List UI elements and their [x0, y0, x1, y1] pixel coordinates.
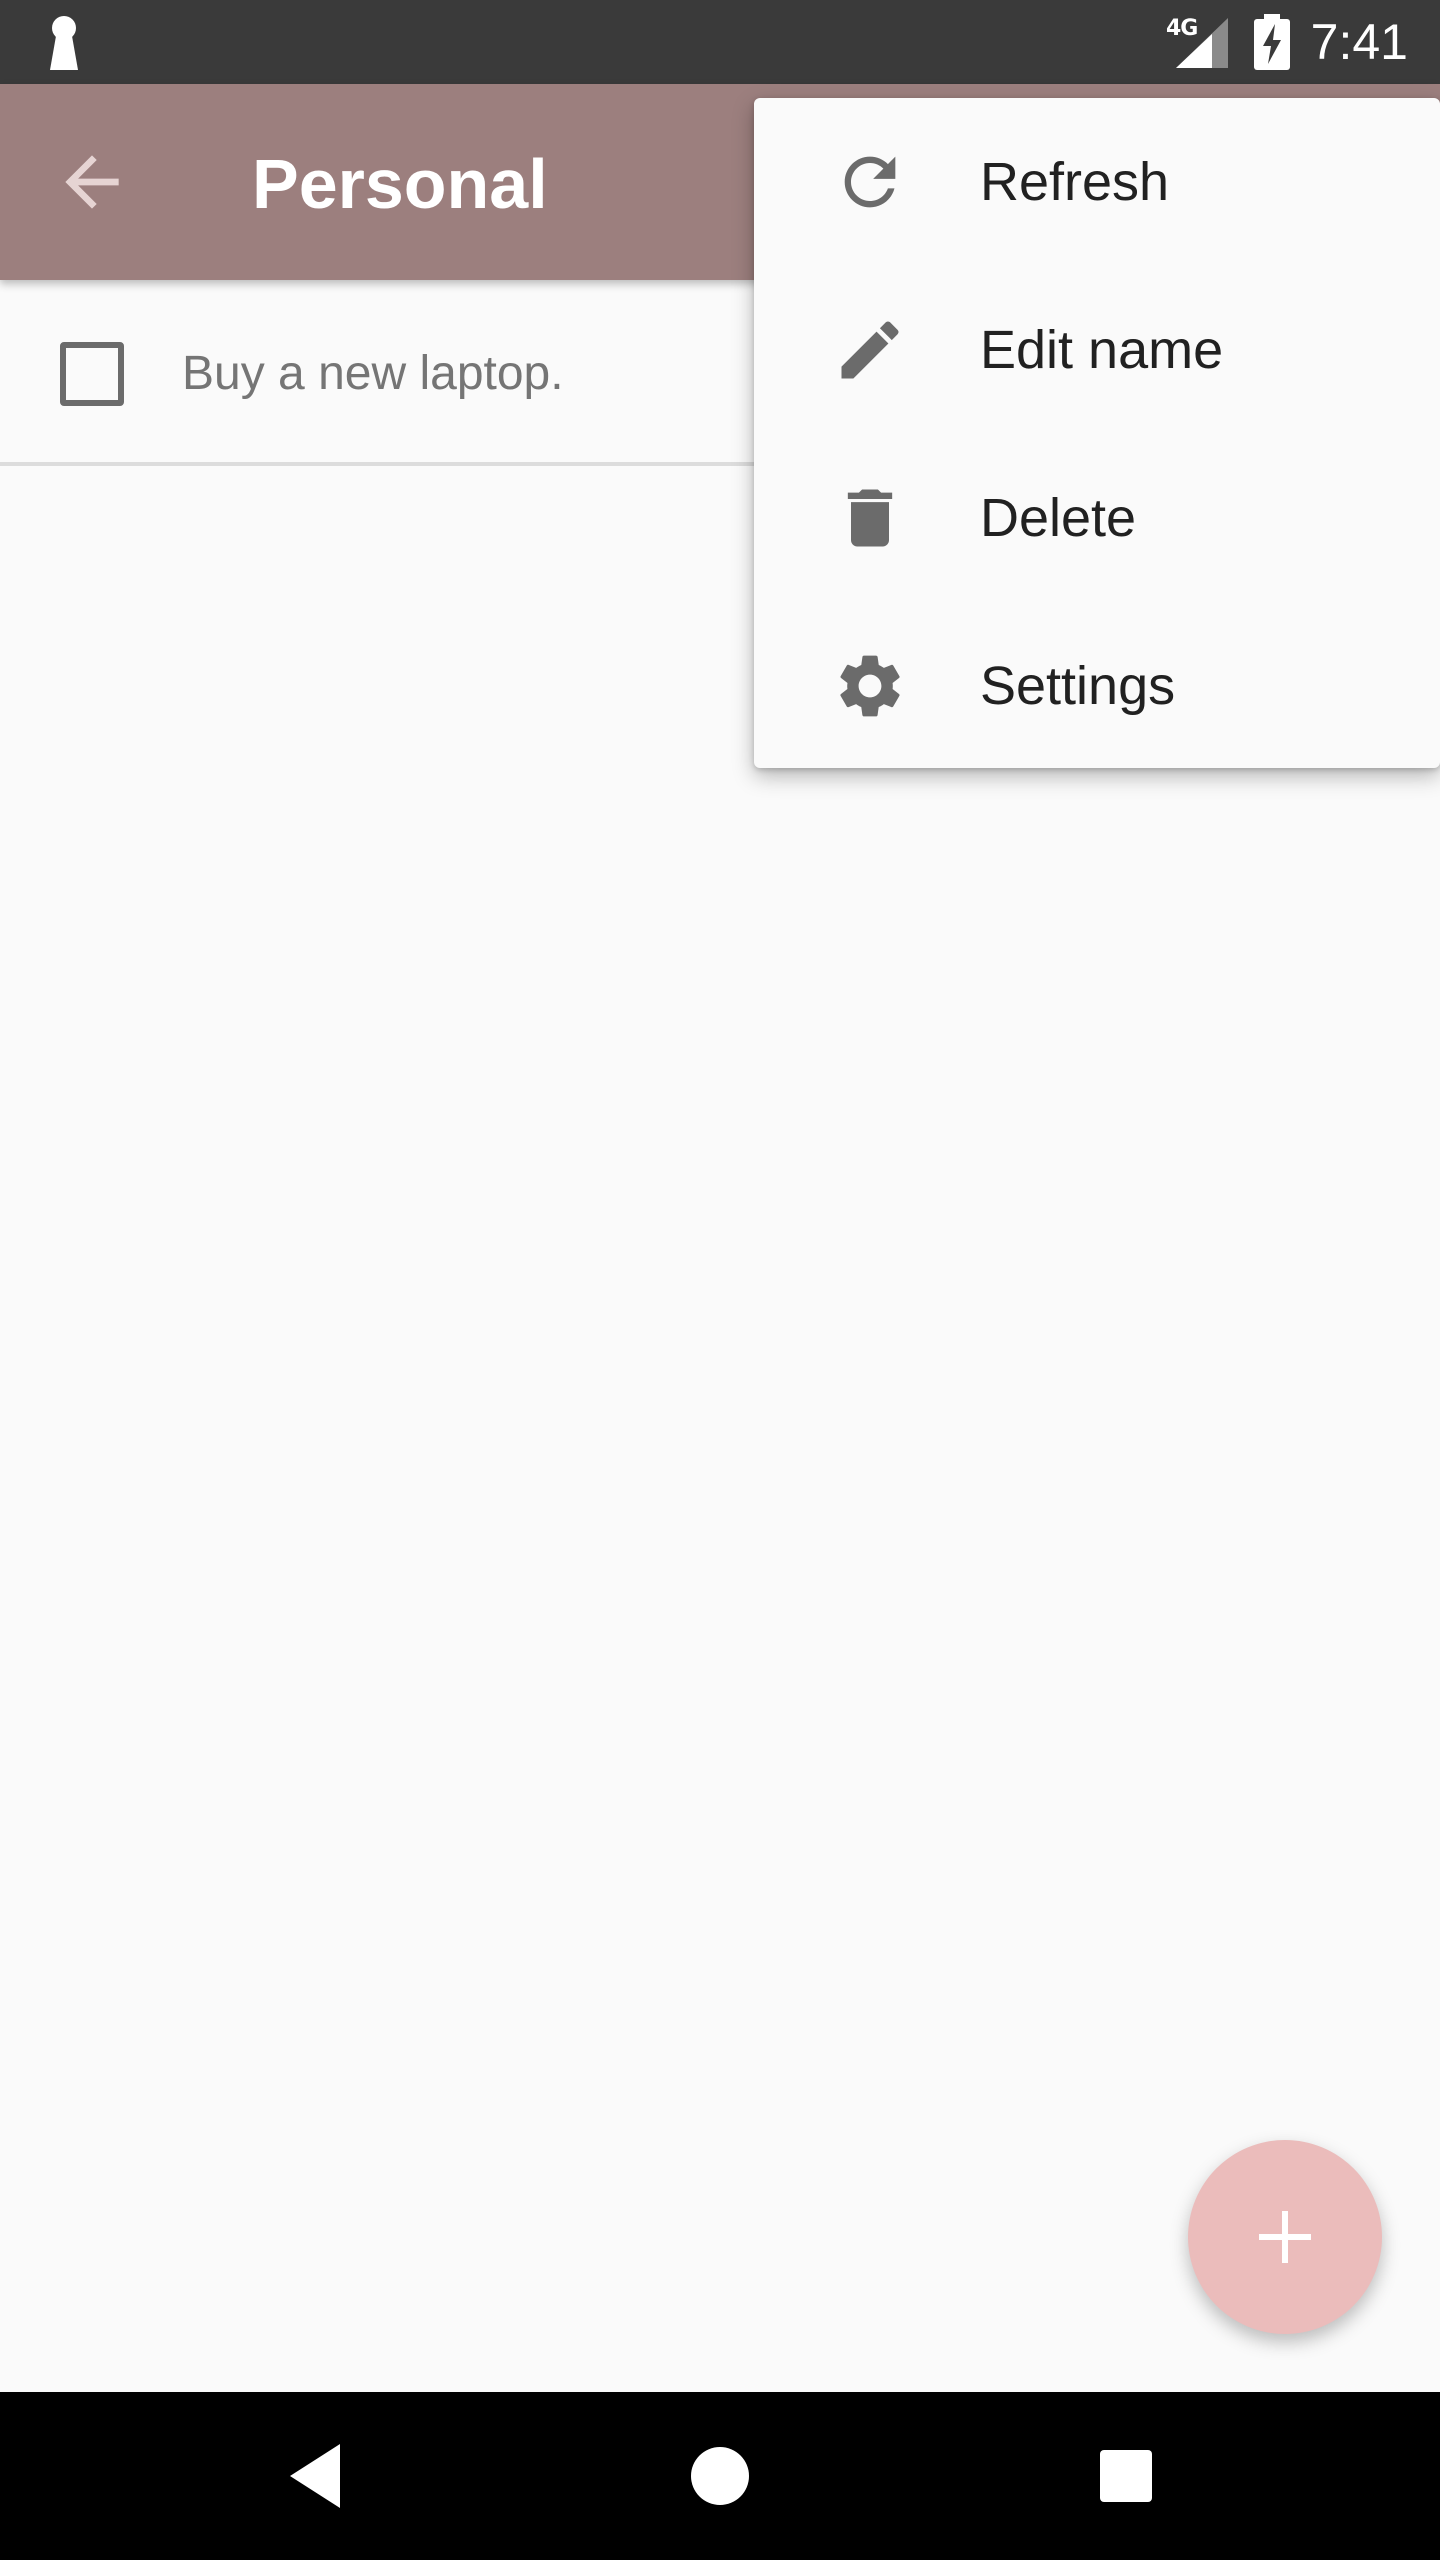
status-bar: 4G 7:41: [0, 0, 1440, 84]
menu-item-label: Settings: [980, 656, 1176, 716]
arrow-back-icon[interactable]: [52, 142, 132, 222]
task-label: Buy a new laptop.: [182, 347, 564, 400]
menu-item-delete[interactable]: Delete: [754, 434, 1440, 602]
overflow-menu: Refresh Edit name Delete Settings: [754, 98, 1440, 768]
keyhole-icon: [50, 16, 78, 70]
nav-back-icon[interactable]: [276, 2436, 356, 2516]
menu-item-label: Refresh: [980, 152, 1170, 212]
pencil-icon: [841, 321, 899, 379]
battery-charging-icon: [1254, 14, 1290, 70]
refresh-icon: [844, 156, 896, 208]
menu-item-label: Edit name: [980, 320, 1224, 380]
nav-recents-icon[interactable]: [1086, 2436, 1166, 2516]
nav-home-icon[interactable]: [680, 2436, 760, 2516]
system-nav-bar: [0, 2392, 1440, 2560]
page-title: Personal: [252, 145, 548, 223]
plus-icon: [1259, 2211, 1311, 2263]
task-checkbox[interactable]: [60, 342, 124, 406]
menu-item-label: Delete: [980, 488, 1137, 548]
menu-item-refresh[interactable]: Refresh: [754, 98, 1440, 266]
network-type-label: 4G: [1166, 16, 1198, 41]
menu-item-settings[interactable]: Settings: [754, 602, 1440, 770]
trash-icon: [847, 489, 893, 547]
status-clock: 7:41: [1310, 14, 1408, 70]
add-task-button[interactable]: [1188, 2140, 1382, 2334]
gear-icon: [840, 655, 900, 717]
menu-item-edit-name[interactable]: Edit name: [754, 266, 1440, 434]
